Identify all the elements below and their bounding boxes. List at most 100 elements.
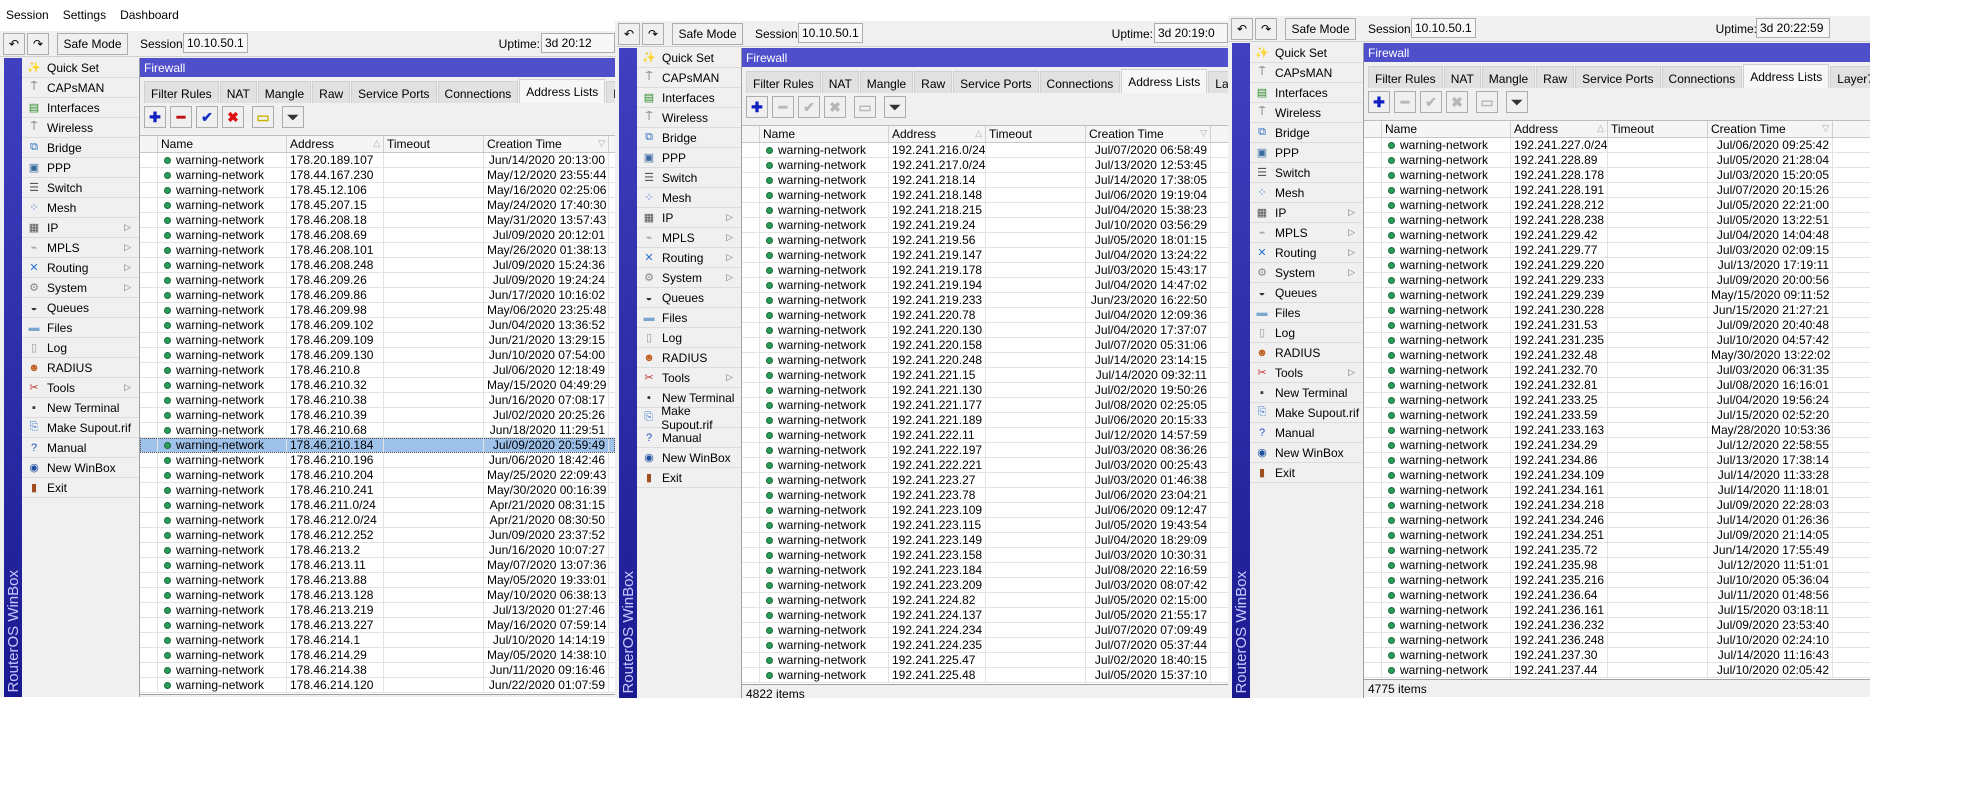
sidebar-item-new-winbox[interactable]: ◉ New WinBox xyxy=(637,448,741,468)
enable-button[interactable]: ✔ xyxy=(798,96,820,118)
sidebar-item-queues[interactable]: ◒ Queues xyxy=(22,298,139,318)
redo-button[interactable]: ↷ xyxy=(1255,18,1277,40)
sidebar-item-exit[interactable]: ▮ Exit xyxy=(637,468,741,488)
table-row[interactable]: warning-network 192.241.237.44 Jul/10/2020… xyxy=(1364,663,1870,678)
sidebar-item-tools[interactable]: ✂ Tools ▷ xyxy=(637,368,741,388)
table-row[interactable]: warning-network 192.241.236.161 Jul/15/202… xyxy=(1364,603,1870,618)
sidebar-item-mesh[interactable]: ⁘ Mesh xyxy=(22,198,139,218)
tab-mangle[interactable]: Mangle xyxy=(859,71,914,93)
safe-mode-button[interactable]: Safe Mode xyxy=(672,23,743,45)
table-row[interactable]: warning-network 178.45.207.15 May/24/2020 … xyxy=(140,198,615,213)
table-row[interactable]: warning-network 192.241.227.0/24 Jul/06/20… xyxy=(1364,138,1870,153)
table-row[interactable]: warning-network 192.241.219.24 Jul/10/2020… xyxy=(742,218,1228,233)
table-row[interactable]: warning-network 192.241.221.189 Jul/06/202… xyxy=(742,413,1228,428)
sidebar-item-ip[interactable]: ▦ IP ▷ xyxy=(22,218,139,238)
remove-button[interactable]: ━ xyxy=(1394,91,1416,113)
sidebar-item-wireless[interactable]: ⍑ Wireless xyxy=(22,118,139,138)
table-row[interactable]: warning-network 178.46.209.130 Jun/10/2020… xyxy=(140,348,615,363)
sidebar-item-new-winbox[interactable]: ◉ New WinBox xyxy=(1250,443,1363,463)
tab-nat[interactable]: NAT xyxy=(821,71,859,93)
table-row[interactable]: warning-network 192.241.232.48 May/30/2020… xyxy=(1364,348,1870,363)
sidebar-item-mesh[interactable]: ⁘ Mesh xyxy=(637,188,741,208)
table-row[interactable]: warning-network 178.46.212.252 Jun/09/2020… xyxy=(140,528,615,543)
column-header-creation-time[interactable]: Creation Time ▽ xyxy=(1708,121,1833,137)
table-row[interactable]: warning-network 178.46.214.29 May/05/2020 … xyxy=(140,648,615,663)
sidebar-item-files[interactable]: ▬ Files xyxy=(22,318,139,338)
table-row[interactable]: warning-network 192.241.223.115 Jul/05/202… xyxy=(742,518,1228,533)
sidebar-item-system[interactable]: ⚙ System ▷ xyxy=(22,278,139,298)
filter-button[interactable]: ⏷ xyxy=(282,106,304,128)
table-row[interactable]: warning-network 192.241.233.163 May/28/202… xyxy=(1364,423,1870,438)
sidebar-item-manual[interactable]: ? Manual xyxy=(1250,423,1363,443)
disable-button[interactable]: ✖ xyxy=(1446,91,1468,113)
table-row[interactable]: warning-network 178.46.211.0/24 Apr/21/202… xyxy=(140,498,615,513)
table-row[interactable]: warning-network 192.241.231.53 Jul/09/2020… xyxy=(1364,318,1870,333)
sidebar-item-tools[interactable]: ✂ Tools ▷ xyxy=(1250,363,1363,383)
table-row[interactable]: warning-network 178.46.208.69 Jul/09/2020 … xyxy=(140,228,615,243)
filter-button[interactable]: ⏷ xyxy=(884,96,906,118)
tab-layer7-protocols[interactable]: Layer7 Protocols xyxy=(1830,66,1870,88)
table-row[interactable]: warning-network 192.241.224.234 Jul/07/202… xyxy=(742,623,1228,638)
sidebar-item-files[interactable]: ▬ Files xyxy=(1250,303,1363,323)
table-row[interactable]: warning-network 178.46.213.2 Jun/16/2020 1… xyxy=(140,543,615,558)
table-row[interactable]: warning-network 192.241.222.221 Jul/03/202… xyxy=(742,458,1228,473)
tab-raw[interactable]: Raw xyxy=(1536,66,1575,88)
table-row[interactable]: warning-network 178.46.210.68 Jun/18/2020 … xyxy=(140,423,615,438)
sidebar-item-ppp[interactable]: ▣ PPP xyxy=(1250,143,1363,163)
table-row[interactable]: warning-network 192.241.220.130 Jul/04/202… xyxy=(742,323,1228,338)
sidebar-item-new-terminal[interactable]: ▪ New Terminal xyxy=(1250,383,1363,403)
sidebar-item-manual[interactable]: ? Manual xyxy=(637,428,741,448)
table-row[interactable]: warning-network 192.241.228.191 Jul/07/202… xyxy=(1364,183,1870,198)
sidebar-item-log[interactable]: ▯ Log xyxy=(1250,323,1363,343)
column-header-creation-time[interactable]: Creation Time ▽ xyxy=(1086,126,1211,142)
sidebar-item-capsman[interactable]: ⍑ CAPsMAN xyxy=(637,68,741,88)
table-row[interactable]: warning-network 178.46.208.248 Jul/09/2020… xyxy=(140,258,615,273)
table-row[interactable]: warning-network 192.241.228.178 Jul/03/202… xyxy=(1364,168,1870,183)
disable-button[interactable]: ✖ xyxy=(824,96,846,118)
add-button[interactable]: ✚ xyxy=(144,106,166,128)
sidebar-item-mesh[interactable]: ⁘ Mesh xyxy=(1250,183,1363,203)
undo-button[interactable]: ↶ xyxy=(618,23,640,45)
sidebar-item-new-terminal[interactable]: ▪ New Terminal xyxy=(22,398,139,418)
sidebar-item-quick-set[interactable]: ✨ Quick Set xyxy=(1250,43,1363,63)
table-row[interactable]: warning-network 192.241.235.72 Jun/14/2020… xyxy=(1364,543,1870,558)
sidebar-item-switch[interactable]: ☰ Switch xyxy=(1250,163,1363,183)
sidebar-item-bridge[interactable]: ⧉ Bridge xyxy=(22,138,139,158)
table-row[interactable]: warning-network 192.241.220.78 Jul/04/2020… xyxy=(742,308,1228,323)
table-row[interactable]: warning-network 178.46.209.98 May/06/2020 … xyxy=(140,303,615,318)
tab-address-lists[interactable]: Address Lists xyxy=(1121,69,1208,93)
sidebar-item-ppp[interactable]: ▣ PPP xyxy=(22,158,139,178)
sidebar-item-radius[interactable]: ☻ RADIUS xyxy=(1250,343,1363,363)
redo-button[interactable]: ↷ xyxy=(642,23,664,45)
table-row[interactable]: warning-network 192.241.225.47 Jul/02/2020… xyxy=(742,653,1228,668)
table-row[interactable]: warning-network 192.241.234.161 Jul/14/202… xyxy=(1364,483,1870,498)
sidebar-item-manual[interactable]: ? Manual xyxy=(22,438,139,458)
column-header-name[interactable]: Name xyxy=(1382,121,1511,137)
sidebar-item-mpls[interactable]: ⌁ MPLS ▷ xyxy=(637,228,741,248)
column-header-timeout[interactable]: Timeout xyxy=(986,126,1086,142)
tab-nat[interactable]: NAT xyxy=(219,81,257,103)
table-row[interactable]: warning-network 178.46.214.1 Jul/10/2020 1… xyxy=(140,633,615,648)
sidebar-item-exit[interactable]: ▮ Exit xyxy=(22,478,139,498)
table-row[interactable]: warning-network 192.241.231.235 Jul/10/202… xyxy=(1364,333,1870,348)
tab-layer7-protocols[interactable]: Layer7 Protocols xyxy=(606,81,615,103)
table-row[interactable]: warning-network 192.241.219.56 Jul/05/2020… xyxy=(742,233,1228,248)
table-row[interactable]: warning-network 192.241.228.212 Jul/05/202… xyxy=(1364,198,1870,213)
sidebar-item-routing[interactable]: ✕ Routing ▷ xyxy=(1250,243,1363,263)
add-button[interactable]: ✚ xyxy=(746,96,768,118)
tab-address-lists[interactable]: Address Lists xyxy=(519,79,606,103)
sidebar-item-make-supout-rif[interactable]: ⎘ Make Supout.rif xyxy=(637,404,741,432)
tab-filter-rules[interactable]: Filter Rules xyxy=(1368,66,1443,88)
column-header-timeout[interactable]: Timeout xyxy=(1608,121,1708,137)
sidebar-item-tools[interactable]: ✂ Tools ▷ xyxy=(22,378,139,398)
tab-mangle[interactable]: Mangle xyxy=(1481,66,1536,88)
sidebar-item-routing[interactable]: ✕ Routing ▷ xyxy=(22,258,139,278)
sidebar-item-interfaces[interactable]: ▤ Interfaces xyxy=(22,98,139,118)
table-row[interactable]: warning-network 192.241.222.197 Jul/03/202… xyxy=(742,443,1228,458)
table-row[interactable]: warning-network 192.241.229.233 Jul/09/202… xyxy=(1364,273,1870,288)
table-row[interactable]: warning-network 178.46.210.32 May/15/2020 … xyxy=(140,378,615,393)
table-row[interactable]: warning-network 178.46.213.128 May/10/2020… xyxy=(140,588,615,603)
table-row[interactable]: warning-network 192.241.221.130 Jul/02/202… xyxy=(742,383,1228,398)
table-row[interactable]: warning-network 192.241.217.0/24 Jul/13/20… xyxy=(742,158,1228,173)
table-row[interactable]: warning-network 192.241.223.184 Jul/08/202… xyxy=(742,563,1228,578)
